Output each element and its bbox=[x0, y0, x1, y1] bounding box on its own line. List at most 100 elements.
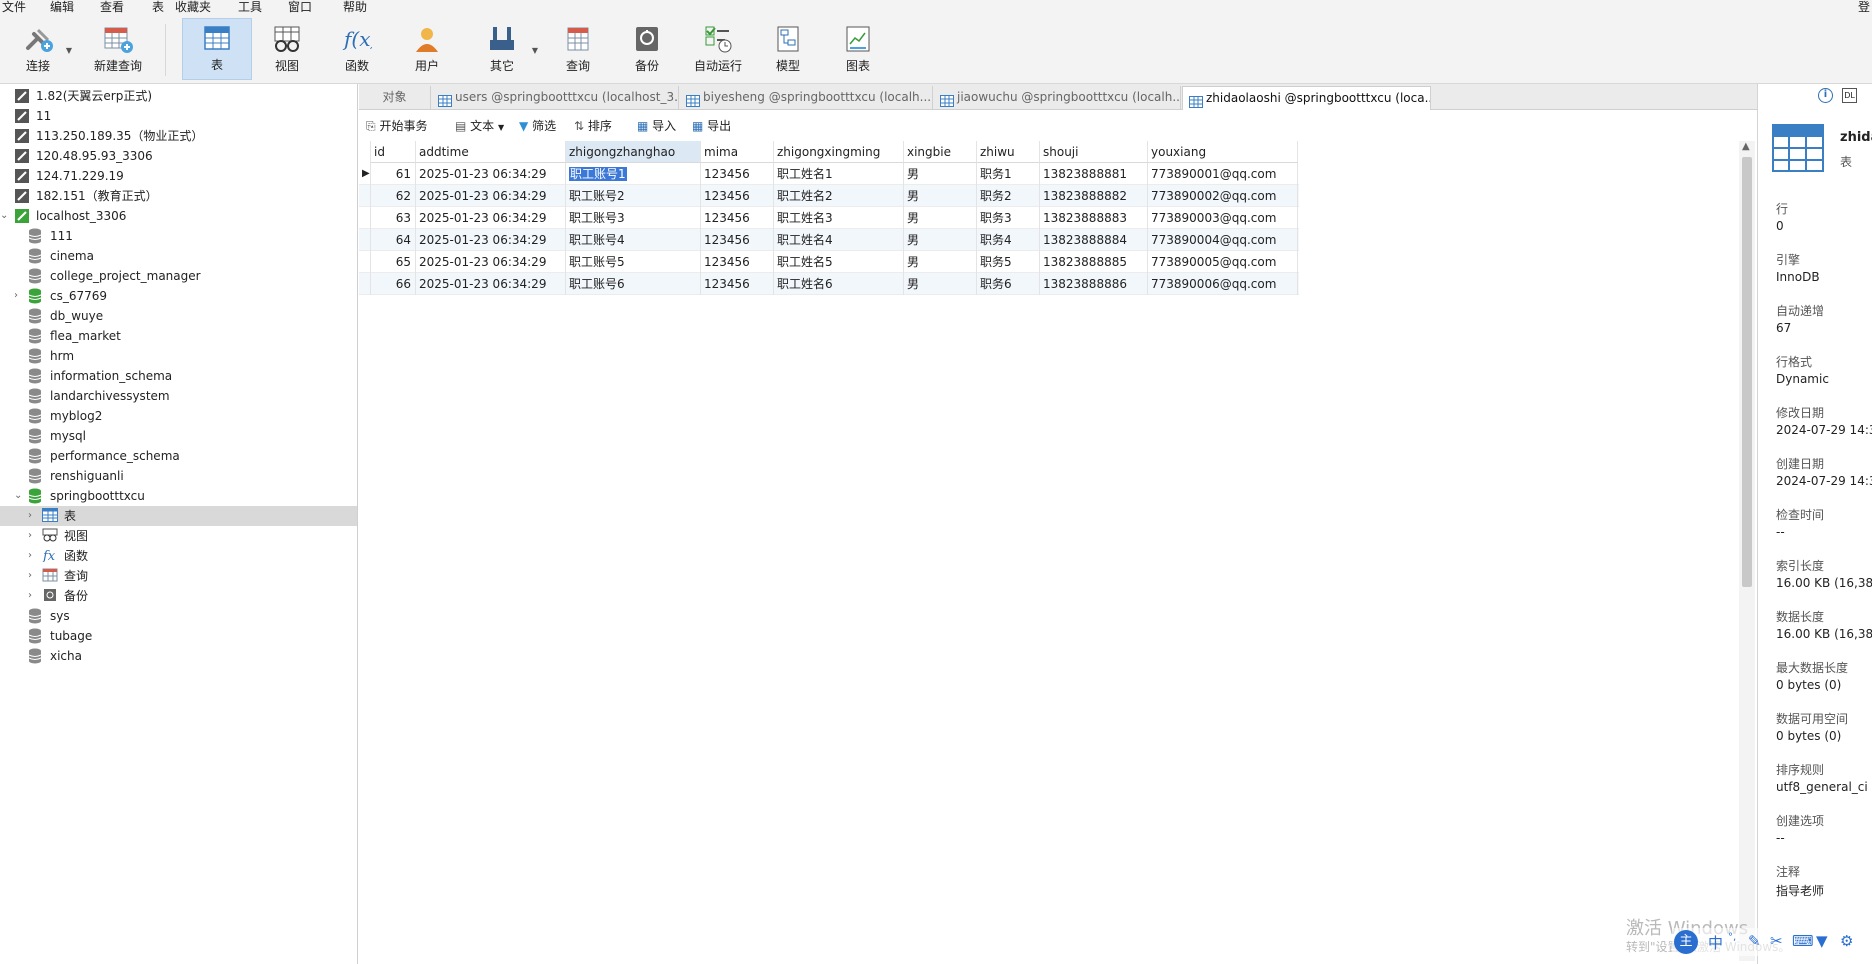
tab-jiaowuchu[interactable]: jiaowuchu @springbootttxcu (localh... bbox=[934, 86, 1181, 110]
ime-logo-icon[interactable]: 主 bbox=[1674, 930, 1698, 954]
cell-zhigongzhanghao[interactable]: 职工账号4 bbox=[566, 229, 701, 251]
cell-addtime[interactable]: 2025-01-23 06:34:29 bbox=[416, 207, 566, 229]
cell-addtime[interactable]: 2025-01-23 06:34:29 bbox=[416, 273, 566, 295]
skin-icon[interactable]: ▼ bbox=[1816, 932, 1828, 950]
database-item[interactable]: mysql bbox=[0, 426, 357, 446]
row-marker[interactable] bbox=[359, 229, 371, 251]
row-marker[interactable] bbox=[359, 251, 371, 273]
cell-xingbie[interactable]: 男 bbox=[904, 185, 977, 207]
scrollbar-thumb[interactable] bbox=[1742, 157, 1752, 587]
cell-zhiwu[interactable]: 职务2 bbox=[977, 185, 1040, 207]
ddl-icon[interactable]: DL bbox=[1842, 88, 1857, 103]
cell-zhigongxingming[interactable]: 职工姓名1 bbox=[774, 163, 904, 185]
menu-login[interactable]: 登 bbox=[1858, 0, 1870, 15]
cell-youxiang[interactable]: 773890001@qq.com bbox=[1148, 163, 1298, 185]
cell-youxiang[interactable]: 773890006@qq.com bbox=[1148, 273, 1298, 295]
pen-icon[interactable]: ✎ bbox=[1748, 932, 1761, 950]
cell-zhiwu[interactable]: 职务3 bbox=[977, 207, 1040, 229]
cell-zhigongzhanghao[interactable]: 职工账号5 bbox=[566, 251, 701, 273]
column-header-id[interactable]: id bbox=[371, 141, 416, 163]
cell-shouji[interactable]: 13823888886 bbox=[1040, 273, 1148, 295]
table-row[interactable]: 65 2025-01-23 06:34:29 职工账号5 123456 职工姓名5 男职务… bbox=[359, 251, 1299, 273]
cell-zhiwu[interactable]: 职务6 bbox=[977, 273, 1040, 295]
chart-button[interactable]: 图表 bbox=[833, 20, 883, 80]
other-dropdown-icon[interactable]: ▼ bbox=[532, 46, 538, 55]
tree-node-function[interactable]: › fx 函数 bbox=[0, 546, 357, 566]
menu-favorites[interactable]: 收藏夹 bbox=[175, 0, 211, 15]
vertical-scrollbar[interactable]: ▲ bbox=[1739, 141, 1755, 961]
menu-table[interactable]: 表 bbox=[152, 0, 164, 15]
connect-button[interactable]: 连接 ▼ bbox=[14, 20, 72, 80]
column-header-mima[interactable]: mima bbox=[701, 141, 774, 163]
view-button[interactable]: 视图 bbox=[262, 20, 312, 80]
chevron-right-icon[interactable]: › bbox=[28, 526, 32, 546]
database-item[interactable]: xicha bbox=[0, 646, 357, 666]
chevron-right-icon[interactable]: › bbox=[14, 286, 18, 306]
cell-zhiwu[interactable]: 职务5 bbox=[977, 251, 1040, 273]
chevron-right-icon[interactable]: › bbox=[28, 586, 32, 606]
cell-mima[interactable]: 123456 bbox=[701, 273, 774, 295]
auto-run-button[interactable]: 自动运行 bbox=[690, 20, 746, 80]
text-button[interactable]: ▤ 文本 ▼ bbox=[455, 117, 504, 135]
database-item[interactable]: hrm bbox=[0, 346, 357, 366]
menu-view[interactable]: 查看 bbox=[100, 0, 124, 15]
tab-users[interactable]: users @springbootttxcu (localhost_3... bbox=[432, 86, 679, 110]
table-row[interactable]: 63 2025-01-23 06:34:29 职工账号3 123456 职工姓名3 男职务… bbox=[359, 207, 1299, 229]
column-header-xingbie[interactable]: xingbie bbox=[904, 141, 977, 163]
cell-zhigongzhanghao[interactable]: 职工账号6 bbox=[566, 273, 701, 295]
connection-item[interactable]: 113.250.189.35（物业正式） bbox=[0, 126, 357, 146]
tab-zhidaolaoshi[interactable]: zhidaolaoshi @springbootttxcu (loca... bbox=[1182, 86, 1431, 110]
cell-addtime[interactable]: 2025-01-23 06:34:29 bbox=[416, 251, 566, 273]
cell-mima[interactable]: 123456 bbox=[701, 163, 774, 185]
cell-addtime[interactable]: 2025-01-23 06:34:29 bbox=[416, 163, 566, 185]
cell-shouji[interactable]: 13823888884 bbox=[1040, 229, 1148, 251]
tree-node-query[interactable]: › 查询 bbox=[0, 566, 357, 586]
query-button[interactable]: 查询 bbox=[553, 20, 603, 80]
cell-zhigongxingming[interactable]: 职工姓名3 bbox=[774, 207, 904, 229]
database-item[interactable]: sys bbox=[0, 606, 357, 626]
table-row[interactable]: ▶ 61 2025-01-23 06:34:29 职工账号1 123456 职工姓名1 男职… bbox=[359, 163, 1299, 185]
cell-mima[interactable]: 123456 bbox=[701, 185, 774, 207]
user-button[interactable]: 用户 bbox=[402, 20, 452, 80]
tab-objects[interactable]: 对象 bbox=[359, 86, 431, 110]
cell-zhigongxingming[interactable]: 职工姓名5 bbox=[774, 251, 904, 273]
cell-youxiang[interactable]: 773890004@qq.com bbox=[1148, 229, 1298, 251]
cell-zhiwu[interactable]: 职务4 bbox=[977, 229, 1040, 251]
connect-dropdown-icon[interactable]: ▼ bbox=[66, 46, 72, 55]
cell-youxiang[interactable]: 773890005@qq.com bbox=[1148, 251, 1298, 273]
database-item[interactable]: college_project_manager bbox=[0, 266, 357, 286]
menu-file[interactable]: 文件 bbox=[2, 0, 26, 15]
info-icon[interactable]: i bbox=[1818, 88, 1833, 103]
cell-xingbie[interactable]: 男 bbox=[904, 273, 977, 295]
database-item[interactable]: information_schema bbox=[0, 366, 357, 386]
database-item[interactable]: 111 bbox=[0, 226, 357, 246]
table-row[interactable]: 66 2025-01-23 06:34:29 职工账号6 123456 职工姓名6 男职务… bbox=[359, 273, 1299, 295]
cell-mima[interactable]: 123456 bbox=[701, 229, 774, 251]
new-query-button[interactable]: 新建查询 bbox=[86, 20, 150, 80]
begin-transaction-button[interactable]: ⎘ 开始事务 bbox=[366, 117, 427, 135]
cell-shouji[interactable]: 13823888882 bbox=[1040, 185, 1148, 207]
cell-shouji[interactable]: 13823888881 bbox=[1040, 163, 1148, 185]
cell-shouji[interactable]: 13823888883 bbox=[1040, 207, 1148, 229]
database-item[interactable]: flea_market bbox=[0, 326, 357, 346]
menu-help[interactable]: 帮助 bbox=[343, 0, 367, 15]
database-item[interactable]: renshiguanli bbox=[0, 466, 357, 486]
cell-id[interactable]: 64 bbox=[371, 229, 416, 251]
settings-icon[interactable]: ⚙ bbox=[1840, 932, 1853, 950]
connection-item[interactable]: 120.48.95.93_3306 bbox=[0, 146, 357, 166]
database-item[interactable]: ⌄ springbootttxcu bbox=[0, 486, 357, 506]
database-item[interactable]: db_wuye bbox=[0, 306, 357, 326]
table-button[interactable]: 表 bbox=[182, 18, 252, 80]
menu-edit[interactable]: 编辑 bbox=[50, 0, 74, 15]
model-button[interactable]: 模型 bbox=[763, 20, 813, 80]
row-marker[interactable] bbox=[359, 273, 371, 295]
menu-window[interactable]: 窗口 bbox=[288, 0, 312, 15]
function-button[interactable]: f(x) 函数 bbox=[332, 20, 382, 80]
cell-id[interactable]: 62 bbox=[371, 185, 416, 207]
cell-zhigongzhanghao[interactable]: 职工账号1 bbox=[566, 163, 701, 185]
import-button[interactable]: ▦ 导入 bbox=[637, 117, 676, 135]
row-marker[interactable] bbox=[359, 185, 371, 207]
tab-biyesheng[interactable]: biyesheng @springbootttxcu (localh... bbox=[680, 86, 933, 110]
filter-button[interactable]: ▼ 筛选 bbox=[519, 117, 556, 135]
column-header-addtime[interactable]: addtime bbox=[416, 141, 566, 163]
